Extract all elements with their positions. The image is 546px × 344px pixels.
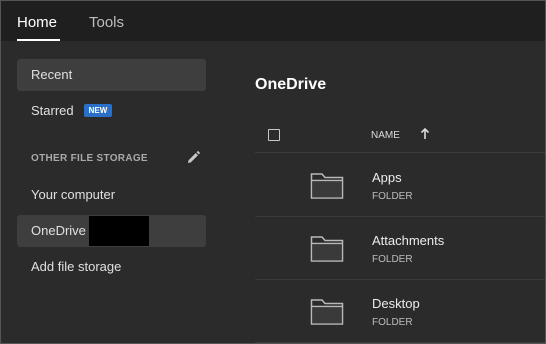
sidebar-item-your-computer[interactable]: Your computer: [17, 179, 206, 211]
select-all-checkbox[interactable]: [268, 129, 280, 141]
file-name: Desktop: [372, 296, 420, 311]
sidebar-item-add-storage[interactable]: Add file storage: [17, 251, 206, 283]
new-badge: NEW: [83, 104, 113, 118]
file-browser: OneDrive NAME Apps FOLDER Attachments FO…: [219, 41, 545, 343]
tab-home[interactable]: Home: [17, 14, 57, 31]
pencil-icon[interactable]: [185, 150, 201, 166]
sidebar-item-label: Your computer: [31, 187, 116, 202]
sidebar-item-label: OneDrive: [31, 223, 86, 238]
file-row-apps[interactable]: Apps FOLDER: [255, 154, 545, 217]
sidebar-item-label: Starred: [31, 103, 74, 118]
redacted-account-block: [88, 216, 149, 246]
top-tab-bar: Home Tools: [1, 1, 545, 41]
section-heading-other-storage: OTHER FILE STORAGE: [31, 153, 148, 164]
tab-tools[interactable]: Tools: [89, 14, 124, 31]
sort-ascending-icon[interactable]: [420, 127, 430, 141]
sidebar-item-starred[interactable]: Starred NEW: [17, 95, 206, 127]
sidebar-item-recent[interactable]: Recent: [17, 59, 206, 91]
file-row-desktop[interactable]: Desktop FOLDER: [255, 280, 545, 343]
folder-icon: [310, 299, 344, 325]
sidebar: Recent Starred NEW OTHER FILE STORAGE You…: [1, 41, 219, 343]
file-type: FOLDER: [372, 317, 413, 328]
sidebar-item-label: Recent: [31, 67, 73, 82]
file-row-attachments[interactable]: Attachments FOLDER: [255, 217, 545, 280]
sidebar-item-onedrive[interactable]: OneDrive: [17, 215, 206, 247]
file-list-header: NAME: [255, 119, 545, 153]
file-type: FOLDER: [372, 191, 413, 202]
file-name: Apps: [372, 170, 402, 185]
column-header-name[interactable]: NAME: [371, 130, 400, 141]
file-type: FOLDER: [372, 254, 413, 265]
sidebar-item-label: Add file storage: [31, 259, 122, 274]
file-name: Attachments: [372, 233, 445, 248]
folder-icon: [310, 236, 344, 262]
page-title: OneDrive: [255, 76, 327, 93]
folder-icon: [310, 173, 344, 199]
app-window: Home Tools Recent Starred NEW OTHER FILE …: [0, 0, 546, 344]
